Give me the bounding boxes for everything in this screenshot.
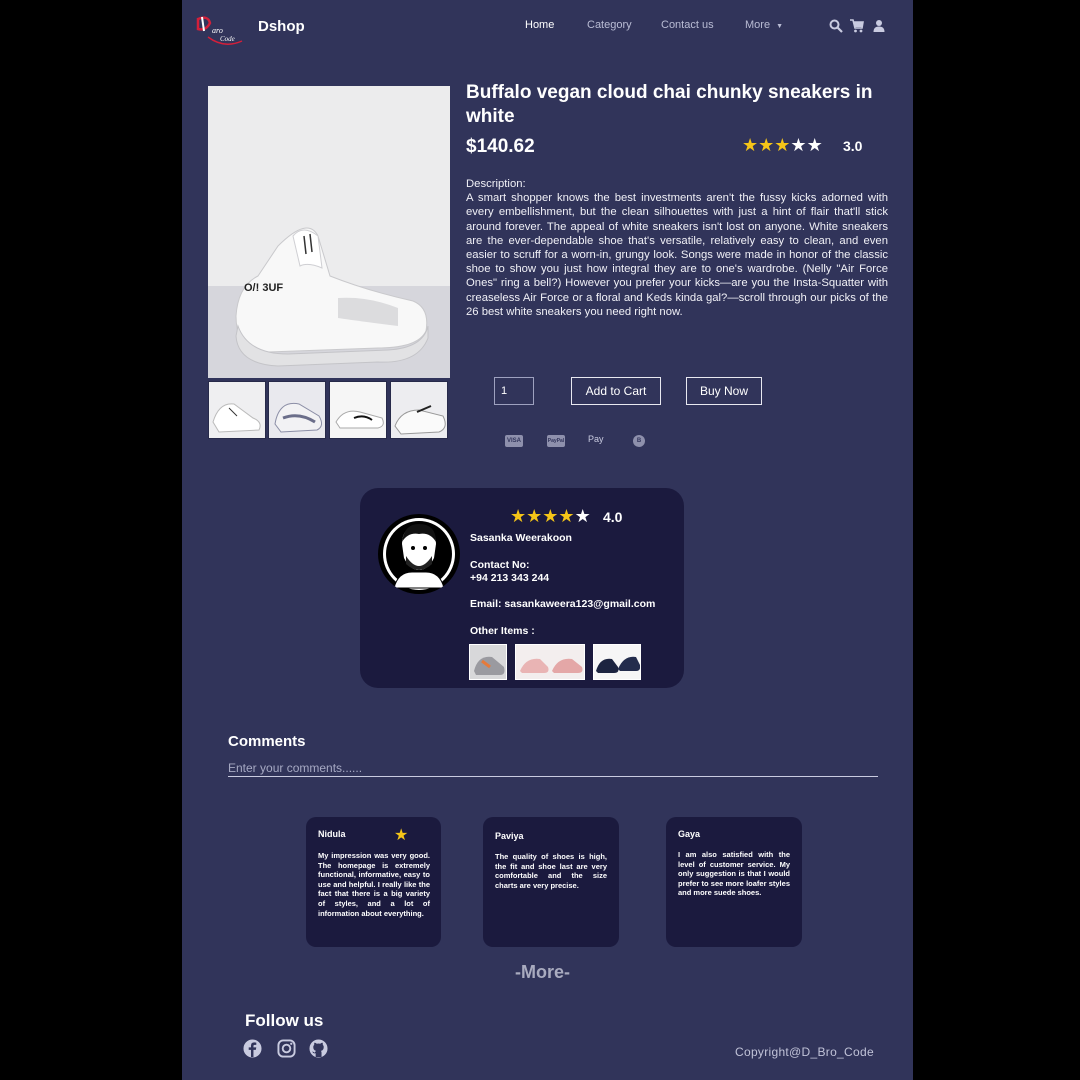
star-empty-icon: ★ — [574, 506, 591, 526]
product-thumbnail[interactable] — [390, 381, 448, 439]
seller-card: ★★★★★ 4.0 Sasanka Weerakoon Contact No: … — [360, 488, 684, 688]
product-main-image: O/! 3UF — [208, 86, 450, 378]
star-filled-icon: ★ — [558, 506, 575, 526]
comment-card: Gaya I am also satisfied with the level … — [666, 817, 802, 947]
star-filled-icon: ★ — [542, 506, 559, 526]
svg-text:aro: aro — [212, 26, 223, 35]
facebook-icon[interactable] — [243, 1039, 262, 1058]
star-filled-icon: ★ — [758, 135, 775, 155]
more-comments-link[interactable]: -More- — [515, 962, 570, 983]
comment-author: Nidula — [318, 829, 346, 839]
paypal-icon: PayPal — [547, 435, 565, 447]
buy-now-button[interactable]: Buy Now — [686, 377, 762, 405]
other-item-thumbnail[interactable] — [515, 644, 585, 680]
nav-more[interactable]: More ▼ — [745, 19, 783, 31]
nav-more-label: More — [745, 19, 771, 31]
other-item-thumbnail[interactable] — [469, 644, 507, 680]
other-items-label: Other Items : — [470, 625, 535, 637]
description-label: Description: — [466, 178, 526, 190]
caret-down-icon: ▼ — [776, 23, 784, 30]
product-thumbnail[interactable] — [329, 381, 387, 439]
star-filled-icon: ★ — [510, 506, 527, 526]
svg-text:O/! 3UF: O/! 3UF — [244, 282, 283, 294]
comment-text: I am also satisfied with the level of cu… — [678, 850, 790, 898]
star-filled-icon: ★ — [742, 135, 759, 155]
follow-us-heading: Follow us — [245, 1011, 324, 1030]
comments-heading: Comments — [228, 733, 306, 750]
product-thumbnail[interactable] — [268, 381, 326, 439]
comment-input[interactable] — [228, 760, 878, 777]
star-empty-icon: ★ — [806, 135, 823, 155]
seller-rating-value: 4.0 — [603, 509, 623, 525]
dshop-logo[interactable]: aro Code — [194, 13, 246, 47]
brand-name[interactable]: Dshop — [258, 18, 305, 35]
seller-contact-label: Contact No: — [470, 559, 530, 571]
page: aro Code Dshop Home Category Contact us … — [182, 0, 913, 1080]
visa-icon: VISA — [505, 435, 523, 447]
nav-contact-us[interactable]: Contact us — [661, 19, 714, 31]
nav-category[interactable]: Category — [587, 19, 632, 31]
svg-text:Code: Code — [220, 35, 235, 43]
product-title: Buffalo vegan cloud chai chunky sneakers… — [466, 82, 873, 127]
product-price: $140.62 — [466, 136, 535, 157]
product-rating-stars: ★★★★★ — [742, 135, 823, 156]
add-to-cart-button[interactable]: Add to Cart — [571, 377, 661, 405]
seller-name: Sasanka Weerakoon — [470, 532, 572, 544]
github-icon[interactable] — [309, 1039, 328, 1058]
seller-avatar — [378, 514, 460, 594]
apple-pay-icon: Pay — [588, 434, 604, 444]
quantity-input[interactable] — [494, 377, 534, 405]
star-filled-icon: ★ — [526, 506, 543, 526]
seller-contact-number: +94 213 343 244 — [470, 572, 550, 584]
apple-pay-label: Pay — [588, 434, 604, 444]
comment-author: Paviya — [495, 831, 524, 841]
other-item-thumbnail[interactable] — [593, 644, 641, 680]
copyright-text: Copyright@D_Bro_Code — [735, 1045, 874, 1059]
comment-text: My impression was very good. The homepag… — [318, 851, 430, 918]
instagram-icon[interactable] — [277, 1039, 296, 1058]
product-thumbnail[interactable] — [208, 381, 266, 439]
bitcoin-icon: B — [633, 435, 645, 447]
seller-email[interactable]: Email: sasankaweera123@gmail.com — [470, 598, 655, 610]
search-icon[interactable] — [829, 19, 843, 33]
user-icon[interactable] — [872, 19, 886, 33]
product-rating-value: 3.0 — [843, 138, 863, 154]
nav-home[interactable]: Home — [525, 19, 554, 31]
comment-author: Gaya — [678, 829, 701, 839]
cart-icon[interactable] — [850, 19, 864, 33]
star-filled-icon: ★ — [774, 135, 791, 155]
seller-rating-stars: ★★★★★ — [510, 506, 591, 527]
star-icon: ★ — [394, 827, 409, 844]
comment-text: The quality of shoes is high, the fit an… — [495, 852, 607, 890]
description-text: A smart shopper knows the best investmen… — [466, 192, 888, 318]
star-empty-icon: ★ — [790, 135, 807, 155]
comment-card: Paviya The quality of shoes is high, the… — [483, 817, 619, 947]
comment-card: Nidula ★ My impression was very good. Th… — [306, 817, 441, 947]
product-description: Description: A smart shopper knows the b… — [466, 177, 888, 319]
